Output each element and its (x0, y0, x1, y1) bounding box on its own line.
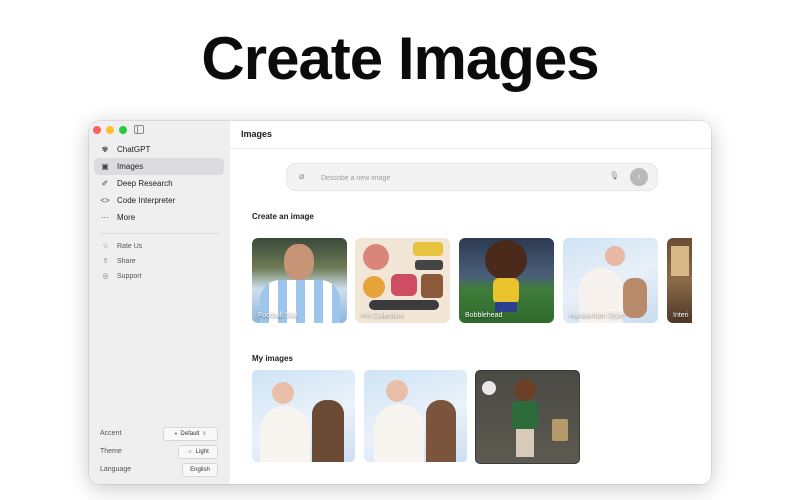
send-button[interactable]: ↑ (630, 168, 648, 186)
sidebar-item-label: Support (117, 272, 142, 280)
pin-badge (369, 300, 439, 310)
my-image-3[interactable] (475, 370, 580, 464)
telescope-icon: ✐ (101, 179, 109, 188)
bobblehead-head (485, 240, 527, 280)
baby-figure (605, 246, 625, 266)
window-light (671, 246, 689, 276)
template-label: Football Star (258, 312, 298, 319)
parent-figure (374, 404, 424, 462)
language-label: Language (100, 466, 132, 473)
sidebar-item-label: Images (117, 162, 144, 171)
template-card-handwritten-style[interactable]: Handwritten Style (563, 238, 658, 323)
accent-dot-icon: ● (174, 431, 178, 437)
parent-figure (260, 406, 310, 462)
bobblehead-body (493, 278, 519, 304)
baby-figure (272, 382, 294, 404)
chevron-updown-icon: ⇕ (202, 431, 207, 437)
template-card-interior[interactable]: Interi (667, 238, 692, 323)
parent-figure (426, 400, 456, 462)
pin-badge (363, 276, 385, 298)
sidebar-item-label: Code Interpreter (117, 196, 176, 205)
pin-badge (415, 260, 443, 270)
code-icon: <> (100, 196, 110, 205)
sidebar-item-chatgpt[interactable]: ✾ ChatGPT (94, 141, 224, 158)
template-label: Handwritten Style (569, 312, 624, 319)
template-card-pin-collection[interactable]: Pin Collection (355, 238, 450, 323)
accessory-bag (552, 419, 568, 441)
prompt-input[interactable] (319, 170, 583, 186)
support-icon: ◎ (102, 273, 109, 280)
template-card-bobblehead[interactable]: Bobblehead (459, 238, 554, 323)
template-label: Bobblehead (465, 312, 503, 319)
sidebar-item-label: More (117, 213, 136, 222)
pin-badge (391, 274, 417, 296)
theme-value: Light (195, 449, 209, 455)
sidebar-item-more[interactable]: ··· More (94, 209, 224, 226)
header-divider (230, 148, 711, 149)
figure-jersey (512, 401, 538, 429)
template-carousel: Football Star Pin Collection Bobblehead (252, 238, 692, 325)
sidebar-divider (100, 233, 219, 234)
sidebar-item-share[interactable]: ⇪ Share (101, 255, 136, 267)
sidebar-item-label: Share (117, 257, 136, 265)
figure-head (514, 379, 536, 401)
sidebar-item-images[interactable]: ▣ Images (94, 158, 224, 175)
sidebar-item-code-interpreter[interactable]: <> Code Interpreter (94, 192, 224, 209)
accent-value: Default (180, 431, 200, 437)
image-icon: ▣ (101, 162, 109, 171)
star-icon: ☆ (102, 243, 109, 250)
ellipsis-icon: ··· (101, 213, 109, 222)
pin-badge (363, 244, 389, 270)
sidebar-item-support[interactable]: ◎ Support (101, 270, 142, 282)
bobblehead-shorts (495, 302, 517, 312)
sidebar-item-label: ChatGPT (117, 145, 151, 154)
zoom-window-button[interactable] (119, 126, 127, 134)
soccer-ball (482, 381, 496, 395)
template-label: Pin Collection (361, 312, 404, 319)
page-headline: Create Images (201, 25, 599, 92)
theme-select[interactable]: ☼ Light (178, 445, 218, 459)
theme-label: Theme (100, 448, 122, 455)
pin-badge (421, 274, 443, 298)
accent-label: Accent (100, 430, 122, 437)
share-icon: ⇪ (102, 258, 109, 265)
language-value: English (190, 467, 210, 473)
player-portrait (284, 244, 314, 280)
sidebar-toggle-icon[interactable] (134, 125, 144, 134)
parent-figure (623, 278, 647, 318)
parent-figure (312, 400, 344, 462)
sun-icon: ☼ (187, 449, 193, 455)
baby-figure (386, 380, 408, 402)
template-label: Interi (673, 312, 689, 319)
my-image-2[interactable] (364, 370, 467, 462)
sidebar-item-label: Deep Research (117, 179, 173, 188)
pin-badge (413, 242, 443, 256)
openai-logo-icon: ✾ (101, 145, 109, 154)
sidebar: ✾ ChatGPT ▣ Images ✐ Deep Research <> Co… (89, 121, 231, 484)
microphone-icon[interactable]: 🎙 (609, 171, 619, 180)
paperclip-icon[interactable]: ⌀ (299, 171, 304, 182)
main-content: Images ⌀ 🎙 ↑ Create an image ‹ › Footbal… (230, 121, 711, 484)
my-image-1[interactable] (252, 370, 355, 462)
accent-select[interactable]: ● Default ⇕ (163, 427, 218, 441)
prompt-bar: ⌀ 🎙 ↑ (286, 163, 658, 191)
sidebar-item-deep-research[interactable]: ✐ Deep Research (94, 175, 224, 192)
template-card-football-star[interactable]: Football Star (252, 238, 347, 323)
sidebar-item-label: Rate Us (117, 242, 143, 250)
figure-legs (516, 429, 534, 457)
sidebar-item-rate-us[interactable]: ☆ Rate Us (101, 240, 142, 252)
page-title: Images (241, 129, 273, 139)
language-select[interactable]: English (182, 463, 218, 477)
minimize-window-button[interactable] (106, 126, 114, 134)
app-window: ✾ ChatGPT ▣ Images ✐ Deep Research <> Co… (89, 121, 711, 484)
create-image-heading: Create an image (252, 212, 314, 221)
my-images-heading: My images (252, 354, 293, 363)
close-window-button[interactable] (93, 126, 101, 134)
